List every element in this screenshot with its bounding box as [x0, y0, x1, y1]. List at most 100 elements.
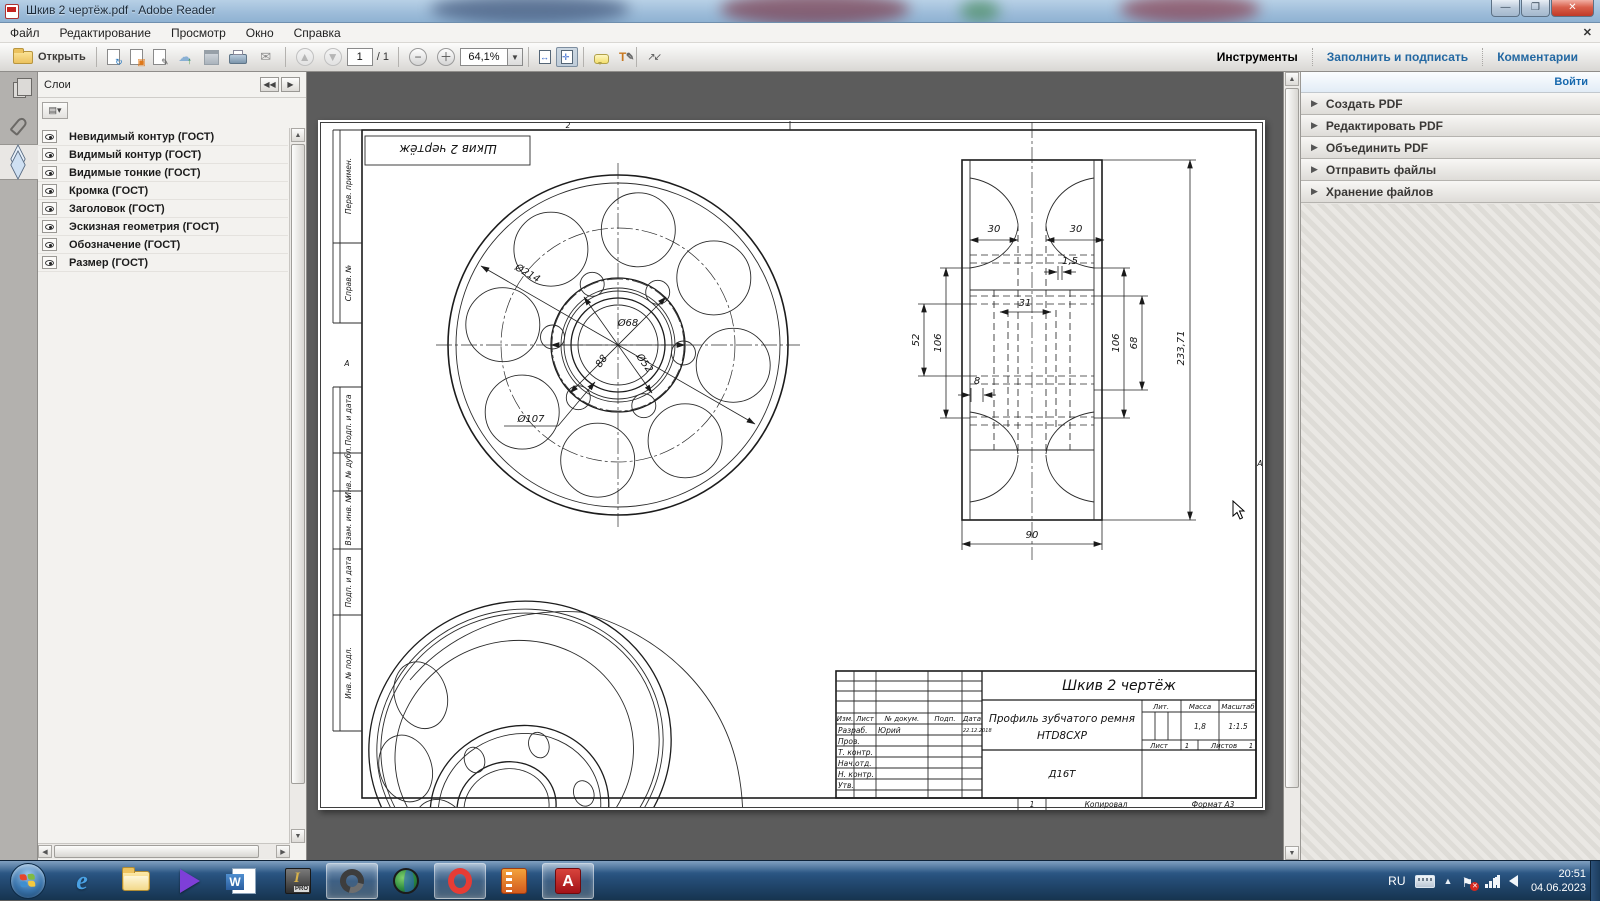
restore-button[interactable]: ❐ [1521, 0, 1550, 17]
layer-row[interactable]: Видимые тонкие (ГОСТ) [38, 164, 288, 182]
layers-options-button[interactable]: ▤▾ [42, 102, 68, 119]
dim-d68: Ø68 [617, 317, 639, 329]
taskbar-word[interactable] [218, 863, 270, 899]
volume-icon[interactable] [1509, 875, 1518, 887]
upload-cloud-button[interactable]: ☁↑ [171, 45, 199, 69]
menu-view[interactable]: Просмотр [161, 23, 236, 42]
previous-page-button[interactable]: ▲ [291, 45, 319, 69]
collapse-panel-button[interactable]: ◀◀ [260, 77, 279, 92]
layers-vertical-scrollbar[interactable]: ▲ ▼ [289, 128, 306, 843]
fit-width-button[interactable] [534, 47, 556, 67]
scroll-left-icon[interactable]: ◀ [38, 845, 52, 858]
scrollbar-thumb[interactable] [291, 144, 305, 784]
fit-page-button[interactable] [556, 47, 578, 67]
zoom-level-input[interactable]: 64,1% [460, 48, 508, 66]
visibility-toggle[interactable] [42, 202, 57, 215]
taskbar-file-explorer[interactable] [110, 863, 162, 899]
layer-row[interactable]: Заголовок (ГОСТ) [38, 200, 288, 218]
show-desktop-button[interactable] [1590, 861, 1600, 901]
fill-sign-button[interactable]: Заполнить и подписать [1313, 45, 1482, 69]
email-button[interactable]: ✉ [252, 45, 280, 69]
menu-help[interactable]: Справка [284, 23, 351, 42]
zoom-out-button[interactable]: − [404, 45, 432, 69]
save-button[interactable] [199, 45, 224, 69]
minimize-button[interactable]: — [1491, 0, 1520, 17]
visibility-toggle[interactable] [42, 238, 57, 251]
internet-explorer-icon: e [76, 866, 88, 896]
scroll-up-icon[interactable]: ▲ [291, 128, 305, 142]
layer-label: Кромка (ГОСТ) [69, 185, 148, 197]
layer-row[interactable]: Невидимый контур (ГОСТ) [38, 128, 288, 146]
close-button[interactable]: ✕ [1551, 0, 1594, 17]
add-comment-button[interactable] [589, 45, 614, 69]
layer-label: Видимые тонкие (ГОСТ) [69, 167, 201, 179]
visibility-toggle[interactable] [42, 220, 57, 233]
taskbar-movie-editor[interactable] [488, 863, 540, 899]
comments-button[interactable]: Комментарии [1483, 45, 1592, 69]
fullscreen-button[interactable]: ↗↙ [642, 45, 665, 69]
sign-document-button[interactable]: ✎ [148, 45, 171, 69]
section-combine-pdf[interactable]: ▶Объединить PDF [1301, 137, 1600, 159]
action-center-flag-icon[interactable] [1461, 874, 1476, 889]
scrollbar-thumb[interactable] [1285, 88, 1299, 788]
keyboard-icon[interactable] [1415, 875, 1435, 888]
taskbar-adobe-reader[interactable]: A [542, 863, 594, 899]
scroll-down-icon[interactable]: ▼ [291, 829, 305, 843]
layer-label: Заголовок (ГОСТ) [69, 203, 165, 215]
print-button[interactable] [224, 45, 252, 69]
taskbar-camera-app[interactable] [326, 863, 378, 899]
highlight-text-button[interactable]: T [614, 45, 631, 69]
taskbar-media-player[interactable] [164, 863, 216, 899]
visibility-toggle[interactable] [42, 148, 57, 161]
section-send-files[interactable]: ▶Отправить файлы [1301, 159, 1600, 181]
taskbar-opera[interactable] [434, 863, 486, 899]
menu-window[interactable]: Окно [236, 23, 284, 42]
zoom-in-button[interactable]: ＋ [432, 45, 460, 69]
open-button[interactable]: Открыть [8, 45, 91, 69]
signin-link[interactable]: Войти [1554, 76, 1588, 88]
document-pane[interactable]: Перв. примен. Справ. № Подп. и дата Инв.… [307, 72, 1283, 860]
eye-icon [45, 170, 54, 176]
next-page-button[interactable]: ▼ [319, 45, 347, 69]
taskbar-internet-explorer[interactable]: e [56, 863, 108, 899]
scroll-right-icon[interactable]: ▶ [276, 845, 290, 858]
visibility-toggle[interactable] [42, 166, 57, 179]
language-indicator[interactable]: RU [1388, 874, 1405, 888]
layer-row[interactable]: Кромка (ГОСТ) [38, 182, 288, 200]
share-button[interactable]: ↻ [102, 45, 125, 69]
taskbar-pro-app[interactable] [272, 863, 324, 899]
text-highlight-icon: T [619, 50, 626, 64]
layer-row[interactable]: Видимый контур (ГОСТ) [38, 146, 288, 164]
layer-row[interactable]: Обозначение (ГОСТ) [38, 236, 288, 254]
page-thumbnails-button[interactable] [0, 72, 38, 108]
clock[interactable]: 20:51 04.06.2023 [1531, 867, 1586, 895]
taskbar-globe-app[interactable] [380, 863, 432, 899]
scroll-down-icon[interactable]: ▼ [1285, 846, 1299, 860]
front-view: Ø214 Ø68 Ø52 88 Ø107 [436, 163, 800, 527]
start-button[interactable] [10, 863, 46, 899]
menu-edit[interactable]: Редактирование [50, 23, 161, 42]
section-edit-pdf[interactable]: ▶Редактировать PDF [1301, 115, 1600, 137]
attachments-button[interactable] [0, 108, 38, 144]
layer-row[interactable]: Размер (ГОСТ) [38, 254, 288, 272]
page-number-input[interactable]: 1 [347, 48, 373, 66]
layer-row[interactable]: Эскизная геометрия (ГОСТ) [38, 218, 288, 236]
tray-expand-icon[interactable]: ▲ [1444, 876, 1453, 886]
tools-button[interactable]: Инструменты [1203, 45, 1312, 69]
menubar-close-icon[interactable]: ✕ [1583, 26, 1592, 39]
visibility-toggle[interactable] [42, 184, 57, 197]
zoom-dropdown-arrow[interactable]: ▼ [508, 48, 523, 66]
visibility-toggle[interactable] [42, 130, 57, 143]
section-store-files[interactable]: ▶Хранение файлов [1301, 181, 1600, 203]
layers-horizontal-scrollbar[interactable]: ◀ ▶ [38, 843, 290, 859]
export-pdf-button[interactable]: ▣ [125, 45, 148, 69]
scrollbar-thumb[interactable] [54, 845, 259, 858]
visibility-toggle[interactable] [42, 256, 57, 269]
pdf-page[interactable]: Перв. примен. Справ. № Подп. и дата Инв.… [318, 120, 1265, 810]
layers-button[interactable] [0, 144, 38, 180]
panel-menu-button[interactable]: ▶ [281, 77, 300, 92]
menu-file[interactable]: Файл [0, 23, 50, 42]
section-create-pdf[interactable]: ▶Создать PDF [1301, 93, 1600, 115]
document-vertical-scrollbar[interactable]: ▲ ▼ [1283, 72, 1300, 860]
scroll-up-icon[interactable]: ▲ [1285, 72, 1299, 86]
